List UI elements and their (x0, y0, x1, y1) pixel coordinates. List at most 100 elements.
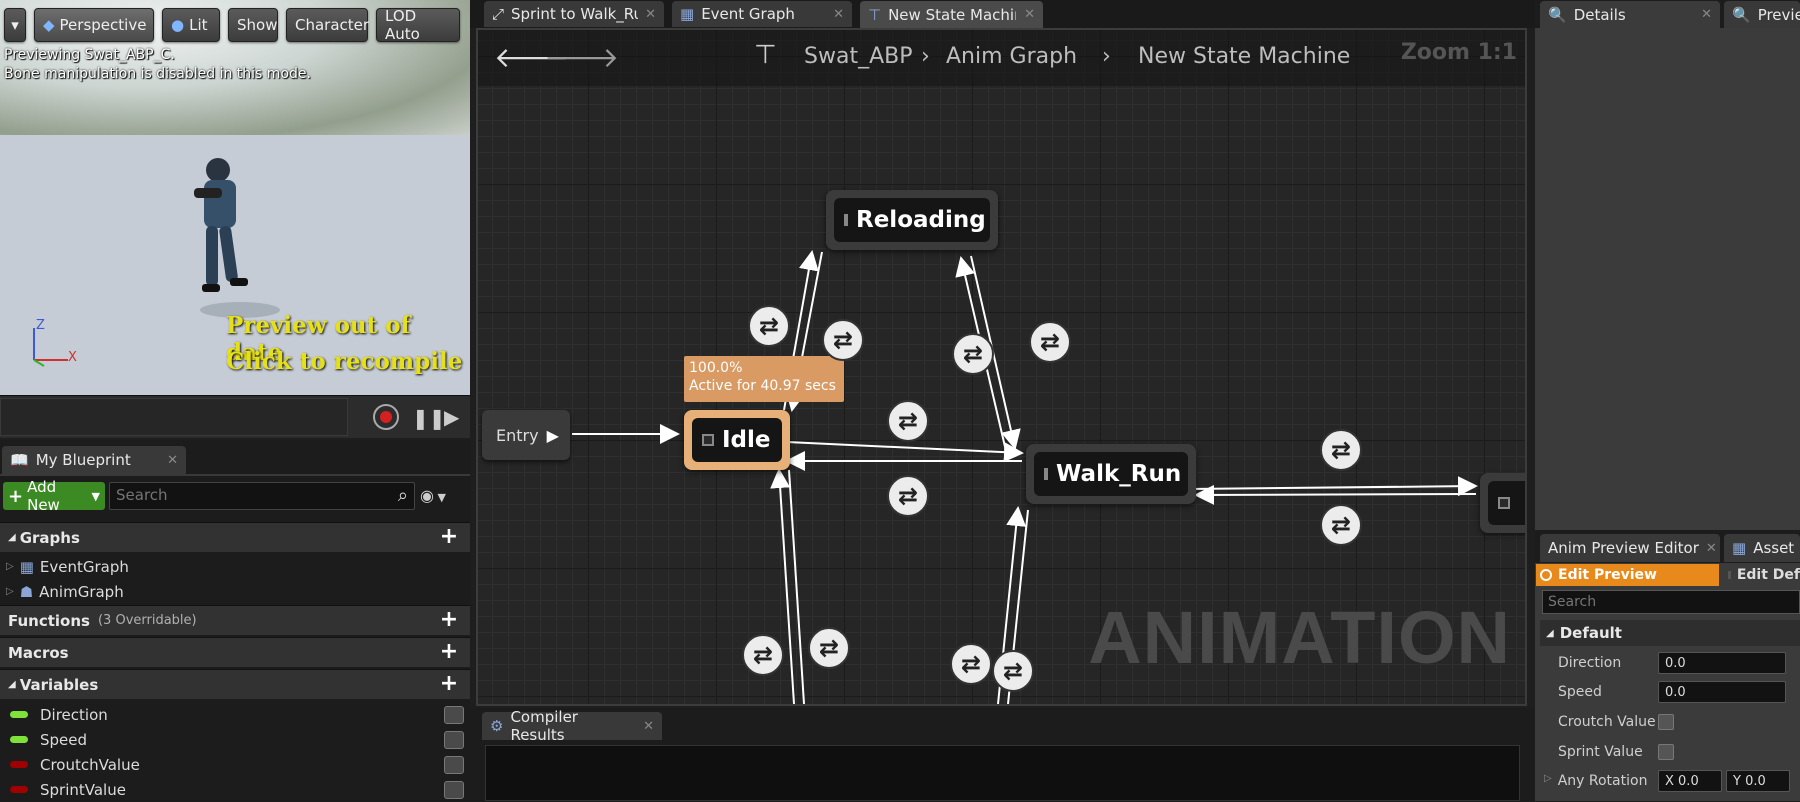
add-variable-button[interactable]: + (438, 673, 460, 696)
edit-defaults-button[interactable]: Edit Def (1724, 564, 1800, 586)
transition-wires (572, 250, 1478, 704)
close-icon[interactable]: ✕ (1701, 7, 1712, 22)
close-icon[interactable]: ✕ (1706, 541, 1717, 556)
variable-item[interactable]: CroutchValue (0, 752, 470, 777)
transition-rule-icon[interactable]: ⇄ (1320, 504, 1362, 546)
preview-viewport[interactable]: ▾ ◆ Perspective ● Lit Show Character LOD… (0, 0, 470, 395)
entry-node[interactable]: Entry ▶ (482, 410, 570, 460)
eye-icon: ◉ (420, 486, 434, 505)
variables-section-header[interactable]: ◢ Variables + (0, 669, 470, 699)
rotation-x-field[interactable]: X 0.0 (1658, 770, 1722, 792)
bone-manipulation-text: Bone manipulation is disabled in this mo… (4, 66, 311, 82)
transition-rule-icon[interactable]: ⇄ (1320, 429, 1362, 471)
lit-button[interactable]: ● Lit (162, 8, 220, 42)
show-button[interactable]: Show (228, 8, 278, 42)
expand-arrow-icon[interactable]: ▷ (6, 561, 14, 572)
tab-details[interactable]: 🔍 Details ✕ (1540, 1, 1720, 28)
variable-visibility-toggle[interactable] (444, 730, 464, 749)
state-node-offscreen[interactable] (1480, 473, 1525, 533)
sphere-icon: ● (171, 16, 185, 34)
transition-rule-icon[interactable]: ⇄ (822, 319, 864, 361)
bool-type-icon (10, 786, 28, 793)
step-forward-button[interactable]: ▶︎ (444, 405, 459, 429)
transition-rule-icon[interactable]: ⇄ (1029, 321, 1071, 363)
add-graph-button[interactable]: + (438, 526, 460, 549)
transition-rule-icon[interactable]: ⇄ (992, 650, 1034, 692)
pause-icon: ❚❚ (412, 406, 446, 430)
my-blueprint-tab[interactable]: 📖 My Blueprint ✕ (2, 446, 186, 474)
state-node-idle[interactable]: Idle (684, 410, 790, 470)
lod-button[interactable]: LOD Auto (376, 7, 460, 43)
variable-item[interactable]: Direction (0, 702, 470, 727)
variable-visibility-toggle[interactable] (444, 705, 464, 724)
graph-item-animgraph[interactable]: ▷ ☗ AnimGraph (0, 579, 470, 604)
close-icon[interactable]: ✕ (167, 453, 178, 468)
state-icon (844, 214, 848, 226)
variable-item[interactable]: Speed (0, 727, 470, 752)
add-macro-button[interactable]: + (438, 641, 460, 664)
rotation-y-field[interactable]: Y 0.0 (1726, 770, 1790, 792)
close-icon[interactable]: ✕ (1024, 7, 1035, 22)
speed-value-field[interactable]: 0.0 (1658, 681, 1786, 703)
add-function-button[interactable]: + (438, 609, 460, 632)
exec-pin-icon[interactable]: ▶ (547, 426, 559, 445)
asset-icon: ▦ (1732, 539, 1747, 557)
tab-event-graph[interactable]: ▦ Event Graph ✕ (672, 1, 852, 27)
preview-search-input[interactable] (1543, 592, 1773, 612)
transition-rule-icon[interactable]: ⇄ (808, 627, 850, 669)
expand-arrow-icon[interactable]: ▷ (6, 586, 14, 597)
variable-item[interactable]: SprintValue (0, 777, 470, 802)
transition-rule-icon[interactable]: ⇄ (950, 643, 992, 685)
property-croutch-value: Croutch Value (1540, 707, 1800, 737)
state-node-walk-run[interactable]: Walk_Run (1026, 444, 1196, 504)
search-icon[interactable]: ⌕ (398, 485, 408, 506)
graph-item-eventgraph[interactable]: ▷ ▦ EventGraph (0, 554, 470, 579)
close-icon[interactable]: ✕ (645, 7, 656, 22)
state-machine-graph[interactable]: 🡐 🡒 ⊤ Swat_ABP › Anim Graph › New State … (476, 28, 1527, 706)
state-node-reloading[interactable]: Reloading (826, 190, 998, 250)
tab-asset[interactable]: ▦ Asset (1724, 534, 1800, 562)
state-icon (702, 434, 714, 446)
record-button[interactable] (373, 404, 399, 430)
default-category-header[interactable]: ◢ Default (1540, 620, 1800, 646)
axis-x-label: X (68, 350, 77, 365)
tab-anim-preview-editor[interactable]: Anim Preview Editor ✕ (1540, 534, 1720, 562)
transition-rule-icon[interactable]: ⇄ (748, 305, 790, 347)
book-icon: 📖 (10, 451, 29, 469)
timeline-scrubber[interactable] (0, 398, 348, 436)
transition-rule-icon[interactable]: ⇄ (887, 400, 929, 442)
tab-preview[interactable]: 🔍 Previe (1724, 1, 1800, 28)
variable-visibility-toggle[interactable] (444, 755, 464, 774)
expand-arrow-icon[interactable]: ▷ (1544, 773, 1552, 789)
chevron-down-icon: ▼ (91, 489, 100, 503)
tab-sprint-to-walk-run[interactable]: ⤢ Sprint to Walk_Run ✕ (484, 1, 664, 27)
transition-rule-icon[interactable]: ⇄ (887, 475, 929, 517)
transition-rule-icon[interactable]: ⇄ (742, 634, 784, 676)
close-icon[interactable]: ✕ (833, 7, 844, 22)
preview-search-box[interactable] (1542, 590, 1800, 614)
visibility-options-button[interactable]: ◉ ▼ (420, 486, 446, 505)
sprint-value-checkbox[interactable] (1658, 744, 1674, 760)
blueprint-search-input[interactable] (110, 483, 380, 507)
pause-button[interactable]: ❚❚ (412, 406, 446, 430)
click-to-recompile-text[interactable]: Click to recompile (226, 348, 462, 375)
graphs-section-header[interactable]: ◢ Graphs + (0, 522, 470, 552)
add-new-button[interactable]: + Add New ▼ (3, 478, 105, 514)
compiler-results-tab[interactable]: ⚙ Compiler Results ✕ (482, 708, 662, 744)
preview-icon: 🔍 (1732, 5, 1751, 24)
tab-new-state-machine[interactable]: ⊤ New State Machine ✕ (860, 1, 1043, 28)
variable-visibility-toggle[interactable] (444, 780, 464, 799)
edit-preview-button[interactable]: Edit Preview (1536, 564, 1719, 586)
perspective-button[interactable]: ◆ Perspective (34, 8, 154, 42)
close-icon[interactable]: ✕ (643, 719, 654, 734)
viewport-options-button[interactable]: ▾ (4, 8, 26, 42)
macros-section-header[interactable]: Macros + (0, 637, 470, 667)
croutch-value-checkbox[interactable] (1658, 714, 1674, 730)
direction-value-field[interactable]: 0.0 (1658, 652, 1786, 674)
preview-status-text: Previewing Swat_ABP_C. (4, 47, 175, 63)
character-button[interactable]: Character (286, 8, 369, 42)
blueprint-search-box[interactable]: ⌕ (109, 482, 415, 510)
transition-rule-icon[interactable]: ⇄ (952, 333, 994, 375)
collapse-arrow-icon: ◢ (8, 679, 16, 690)
functions-section-header[interactable]: Functions (3 Overridable) + (0, 605, 470, 635)
